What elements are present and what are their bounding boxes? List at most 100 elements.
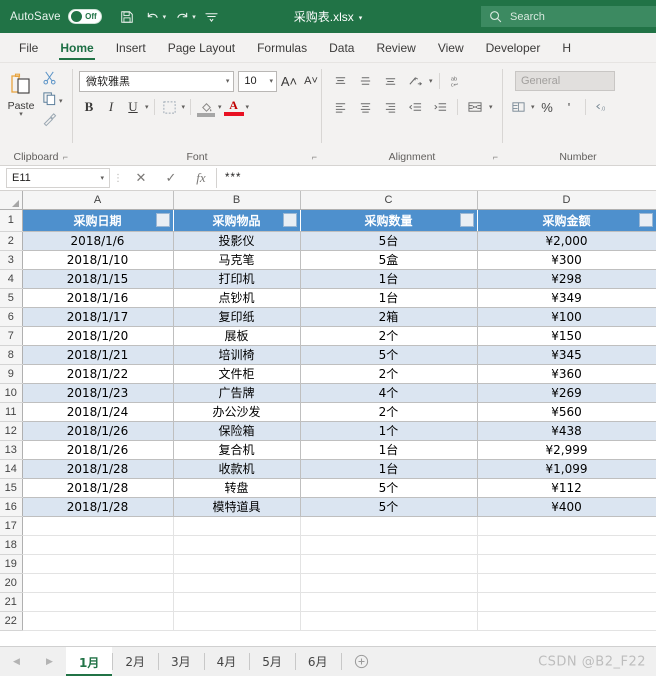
filter-dropdown-icon-b[interactable] — [282, 213, 297, 227]
cell-qty[interactable]: 4个 — [300, 383, 478, 403]
cell-item[interactable]: 模特道具 — [173, 497, 301, 517]
autosave-toggle[interactable]: Off — [67, 9, 102, 24]
cell-item[interactable]: 培训椅 — [173, 345, 301, 365]
cell-date[interactable]: 2018/1/16 — [22, 288, 174, 308]
font-color-dropdown-icon[interactable]: ▾ — [246, 103, 250, 111]
table-row[interactable]: 10 2018/1/23 广告牌 4个 ¥269 — [0, 383, 656, 403]
cell-item[interactable]: 展板 — [173, 326, 301, 346]
row-header-3[interactable]: 3 — [0, 250, 23, 270]
empty-row[interactable]: 17 — [0, 516, 656, 536]
increase-decimal-button[interactable]: .0 — [592, 97, 611, 118]
cell-item[interactable]: 点钞机 — [173, 288, 301, 308]
row-header-2[interactable]: 2 — [0, 231, 23, 251]
decrease-font-size-button[interactable]: A˅ — [301, 70, 321, 92]
table-row[interactable]: 16 2018/1/28 模特道具 5个 ¥400 — [0, 497, 656, 517]
align-bottom-button[interactable] — [379, 71, 401, 92]
cancel-icon[interactable]: ✕ — [126, 167, 156, 189]
empty-cell[interactable] — [477, 516, 656, 536]
borders-dropdown-icon[interactable]: ▾ — [182, 103, 186, 111]
cell-item[interactable]: 投影仪 — [173, 231, 301, 251]
cell-date[interactable]: 2018/1/15 — [22, 269, 174, 289]
cell-amount[interactable]: ¥345 — [477, 345, 656, 365]
ribbon-tab-review[interactable]: Review — [365, 33, 426, 62]
decrease-indent-button[interactable] — [404, 97, 426, 118]
copy-button[interactable]: ▾ — [42, 91, 63, 111]
table-row[interactable]: 3 2018/1/10 马克笔 5盒 ¥300 — [0, 250, 656, 270]
cell-amount[interactable]: ¥1,099 — [477, 459, 656, 479]
font-size-input[interactable]: 10 ▾ — [238, 70, 277, 92]
wrap-text-button[interactable]: ab c↵ — [446, 71, 468, 92]
column-header-a[interactable]: A — [22, 191, 174, 210]
row-header-15[interactable]: 15 — [0, 478, 23, 498]
increase-indent-button[interactable] — [429, 97, 451, 118]
row-header-5[interactable]: 5 — [0, 288, 23, 308]
ribbon-tab-data[interactable]: Data — [318, 33, 365, 62]
font-color-button[interactable]: A — [223, 98, 244, 117]
confirm-icon[interactable]: ✓ — [156, 167, 186, 189]
select-all-corner[interactable] — [0, 191, 23, 210]
add-sheet-button[interactable] — [342, 647, 382, 676]
merge-dropdown-icon[interactable]: ▾ — [489, 103, 493, 111]
empty-cell[interactable] — [22, 573, 174, 593]
cell-item[interactable]: 保险箱 — [173, 421, 301, 441]
empty-cell[interactable] — [173, 592, 301, 612]
empty-cell[interactable] — [173, 573, 301, 593]
copy-dropdown-icon[interactable]: ▾ — [59, 97, 63, 105]
accounting-format-button[interactable] — [509, 97, 528, 118]
empty-cell[interactable] — [173, 535, 301, 555]
cell-qty[interactable]: 2个 — [300, 402, 478, 422]
cell-item[interactable]: 复合机 — [173, 440, 301, 460]
next-sheet-icon[interactable]: ▶ — [46, 656, 53, 667]
search-box[interactable]: Search — [481, 6, 656, 27]
cell-qty[interactable]: 1台 — [300, 269, 478, 289]
cell-qty[interactable]: 2箱 — [300, 307, 478, 327]
empty-cell[interactable] — [300, 516, 478, 536]
cell-date[interactable]: 2018/1/26 — [22, 421, 174, 441]
empty-cell[interactable] — [22, 554, 174, 574]
row-header-19[interactable]: 19 — [0, 554, 23, 574]
cell-qty[interactable]: 1台 — [300, 288, 478, 308]
undo-dropdown-icon[interactable]: ▾ — [163, 13, 167, 21]
table-header-cell-qty[interactable]: 采购数量 — [300, 209, 478, 232]
cell-item[interactable]: 转盘 — [173, 478, 301, 498]
ribbon-tab-help[interactable]: H — [551, 33, 582, 62]
table-row[interactable]: 7 2018/1/20 展板 2个 ¥150 — [0, 326, 656, 346]
paste-button[interactable]: Paste ▾ — [0, 68, 42, 118]
cell-item[interactable]: 马克笔 — [173, 250, 301, 270]
merge-and-center-button[interactable] — [464, 97, 486, 118]
cell-date[interactable]: 2018/1/21 — [22, 345, 174, 365]
cell-item[interactable]: 办公沙发 — [173, 402, 301, 422]
row-header-4[interactable]: 4 — [0, 269, 23, 289]
spreadsheet-grid[interactable]: A B C D 1 采购日期 采购物品 采购数量 采购金额 2 2018/1/6… — [0, 191, 656, 646]
cell-qty[interactable]: 5盒 — [300, 250, 478, 270]
cell-amount[interactable]: ¥560 — [477, 402, 656, 422]
table-header-cell-date[interactable]: 采购日期 — [22, 209, 174, 232]
borders-button[interactable] — [160, 96, 180, 118]
empty-cell[interactable] — [173, 611, 301, 631]
row-header-18[interactable]: 18 — [0, 535, 23, 555]
empty-row[interactable]: 19 — [0, 554, 656, 574]
row-header-8[interactable]: 8 — [0, 345, 23, 365]
comma-style-button[interactable]: ' — [560, 97, 579, 118]
filter-dropdown-icon-a[interactable] — [155, 213, 170, 227]
font-name-input[interactable]: 微软雅黑 ▾ — [79, 70, 235, 92]
increase-font-size-button[interactable]: A˄ — [279, 70, 299, 92]
sheet-tab-4[interactable]: 4月 — [203, 647, 250, 676]
cut-button[interactable] — [42, 70, 63, 90]
empty-row[interactable]: 18 — [0, 535, 656, 555]
fill-color-dropdown-icon[interactable]: ▾ — [218, 103, 222, 111]
cell-qty[interactable]: 5个 — [300, 497, 478, 517]
row-header-7[interactable]: 7 — [0, 326, 23, 346]
cell-amount[interactable]: ¥150 — [477, 326, 656, 346]
empty-cell[interactable] — [22, 535, 174, 555]
align-right-button[interactable] — [379, 97, 401, 118]
alignment-dialog-launcher-icon[interactable]: ⌐ — [493, 152, 498, 162]
cell-amount[interactable]: ¥298 — [477, 269, 656, 289]
align-top-button[interactable] — [329, 71, 351, 92]
underline-button[interactable]: U — [123, 96, 143, 118]
row-header-20[interactable]: 20 — [0, 573, 23, 593]
cell-amount[interactable]: ¥349 — [477, 288, 656, 308]
column-header-d[interactable]: D — [477, 191, 656, 210]
ribbon-tab-developer[interactable]: Developer — [475, 33, 552, 62]
table-header-cell-amount[interactable]: 采购金额 — [477, 209, 656, 232]
